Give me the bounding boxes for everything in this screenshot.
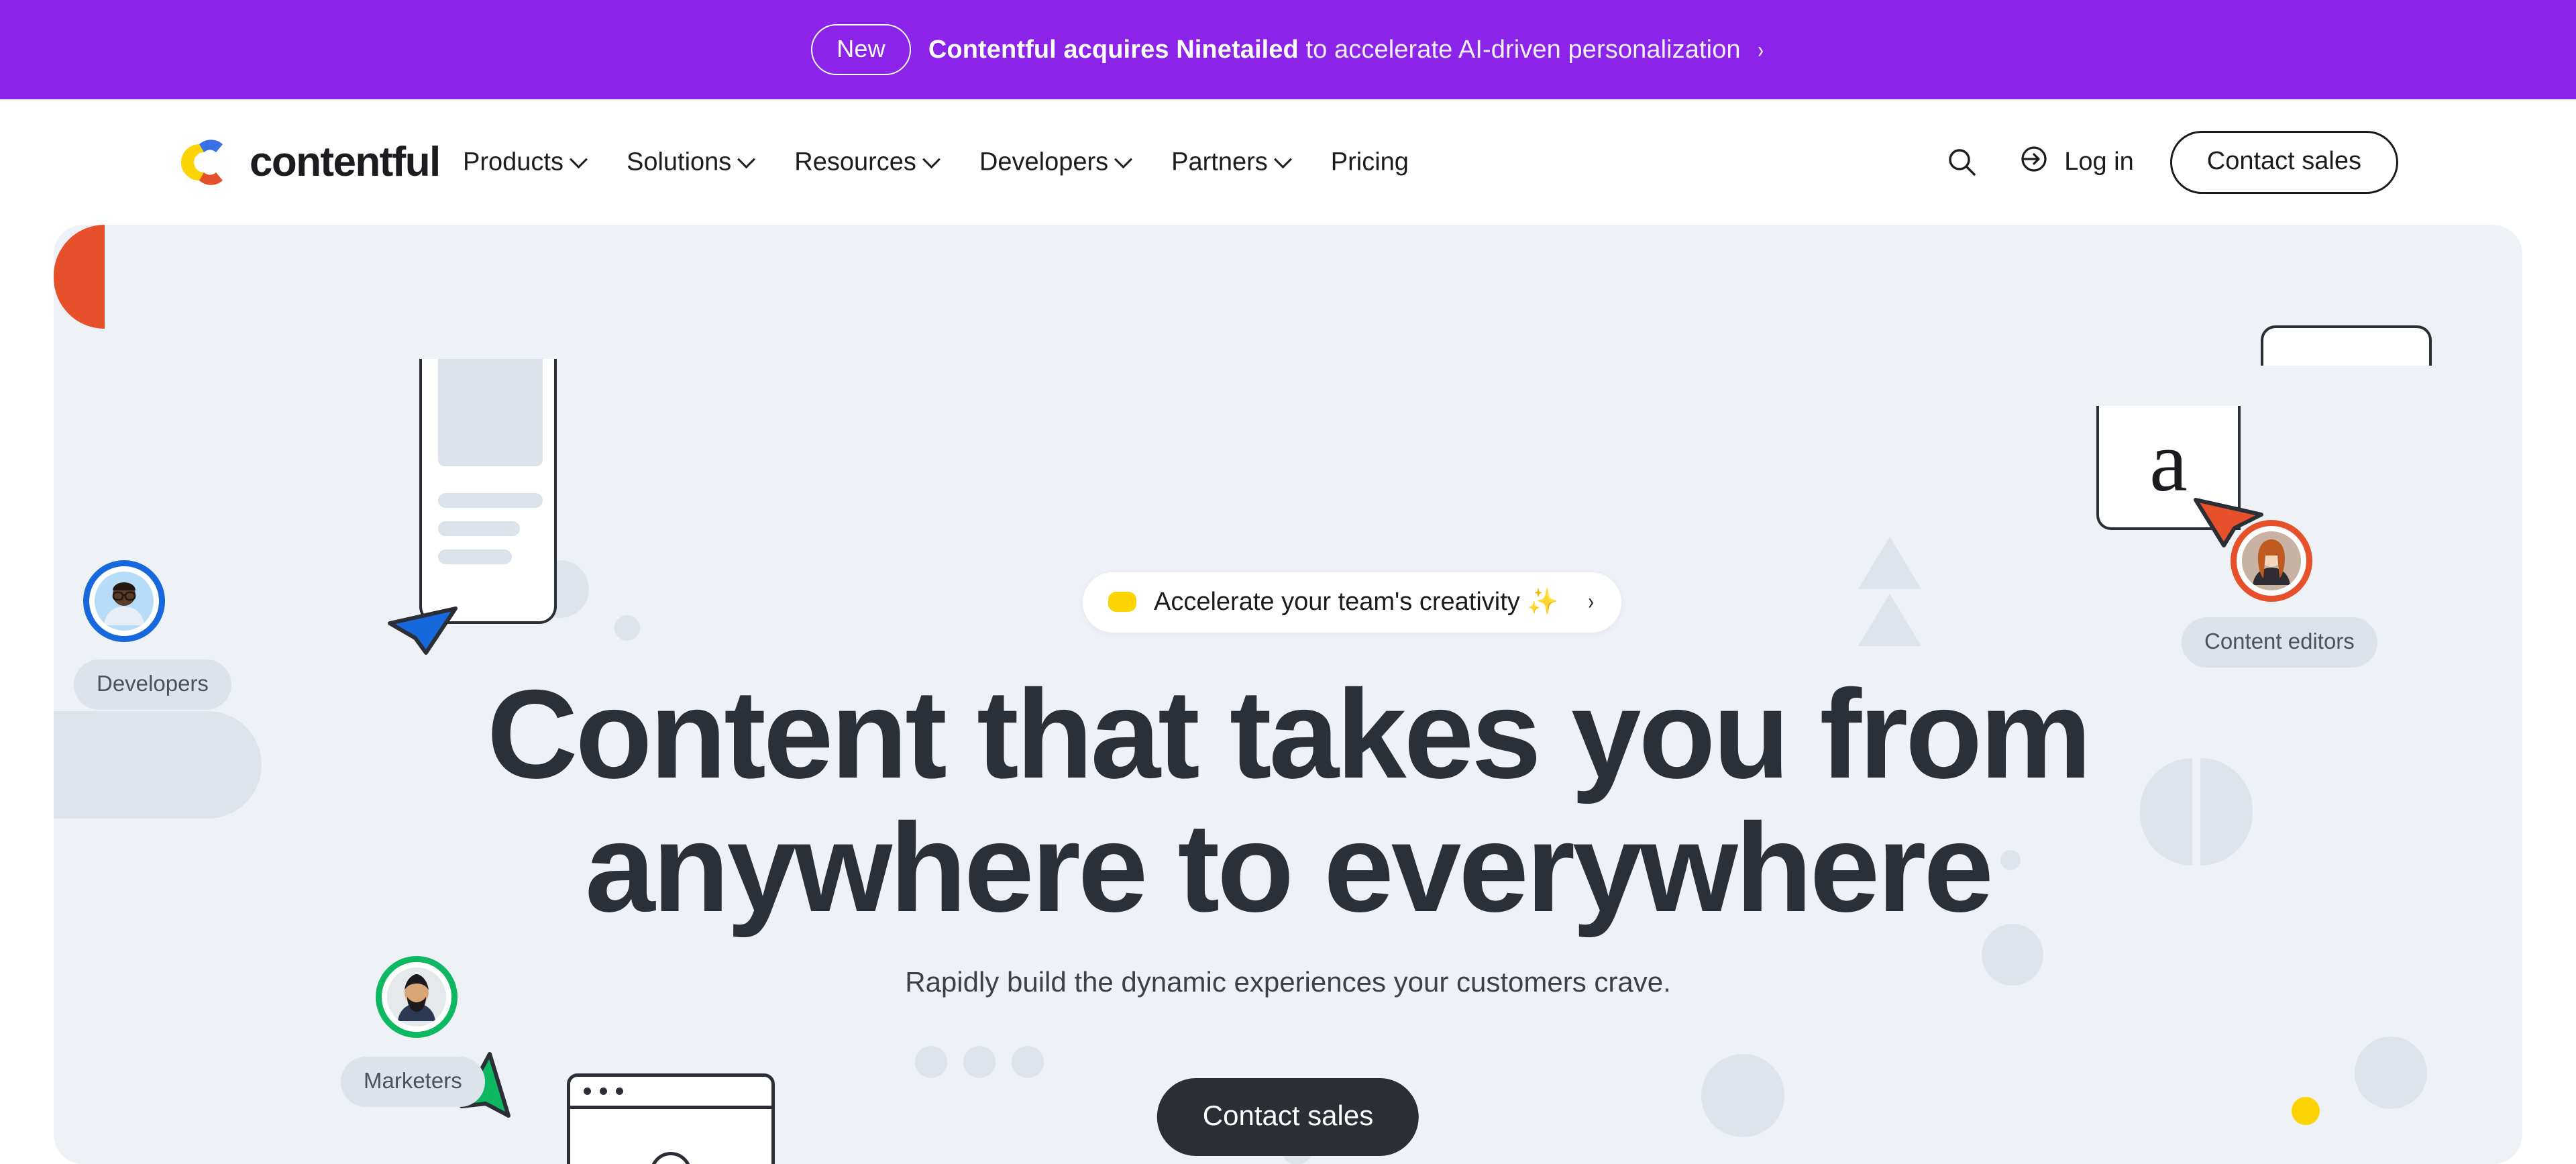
announcement-text: Contentful acquires Ninetailed to accele… <box>928 36 1765 64</box>
nav-label: Resources <box>794 148 916 176</box>
login-button[interactable]: Log in <box>2017 142 2134 182</box>
decor-triangle <box>1858 537 1921 589</box>
nav-label: Developers <box>979 148 1109 176</box>
avatar-photo <box>2242 531 2301 590</box>
main-navigation: contentful Products Solutions Resources … <box>0 99 2576 225</box>
nav-item-solutions[interactable]: Solutions <box>626 148 756 176</box>
cursor-arrow-developers-icon <box>386 588 460 659</box>
login-label: Log in <box>2064 148 2134 176</box>
new-badge: New <box>811 24 911 75</box>
decor-circle <box>1012 1046 1044 1078</box>
brand-name: contentful <box>250 139 441 185</box>
nav-item-resources[interactable]: Resources <box>794 148 941 176</box>
nav-contact-sales-button[interactable]: Contact sales <box>2169 130 2398 194</box>
nav-label: Partners <box>1171 148 1268 176</box>
announcement-banner[interactable]: New Contentful acquires Ninetailed to ac… <box>0 0 2576 99</box>
chevron-down-icon <box>922 150 941 168</box>
decor-yellow-dot <box>2292 1097 2320 1125</box>
hero-contact-sales-button[interactable]: Contact sales <box>1157 1078 1419 1156</box>
decor-circle <box>963 1046 996 1078</box>
document-text-line <box>438 521 520 536</box>
chevron-down-icon <box>570 150 588 168</box>
chevron-right-icon: › <box>1758 37 1764 63</box>
hero-badge[interactable]: Accelerate your team's creativity ✨ › <box>1083 572 1621 633</box>
hero-title-line-2: anywhere to everywhere <box>585 797 1994 939</box>
document-text-line <box>438 493 543 508</box>
avatar-photo <box>95 572 154 631</box>
persona-label-marketers: Marketers <box>341 1057 485 1107</box>
login-arrow-icon <box>2017 142 2051 182</box>
persona-label-content-editors: Content editors <box>2182 617 2377 668</box>
document-text-line <box>438 549 512 564</box>
browser-dot-icon <box>600 1088 607 1095</box>
hero-subtitle: Rapidly build the dynamic experiences yo… <box>905 966 1671 998</box>
decor-triangle <box>1858 594 1921 646</box>
nav-actions: Log in Contact sales <box>1943 130 2398 194</box>
nav-label: Pricing <box>1330 148 1409 176</box>
search-icon[interactable] <box>1943 144 1981 181</box>
avatar-content-editors <box>2231 520 2312 602</box>
announcement-headline: Contentful acquires Ninetailed <box>928 35 1299 64</box>
decor-circle <box>915 1046 947 1078</box>
decor-circle <box>2355 1037 2427 1109</box>
letter-a-glyph: a <box>2149 413 2188 509</box>
browser-titlebar <box>570 1077 771 1109</box>
hero-badge-label: Accelerate your team's creativity ✨ <box>1154 588 1559 616</box>
chevron-right-icon: › <box>1588 588 1594 615</box>
page-title: Content that takes you from anywhere to … <box>54 664 2522 939</box>
hero-title-line-1: Content that takes you from <box>486 664 2092 804</box>
decor-circle <box>614 615 640 641</box>
announcement-content: New Contentful acquires Ninetailed to ac… <box>811 24 1765 75</box>
browser-dot-icon <box>584 1088 591 1095</box>
document-thumbnail <box>438 359 543 466</box>
decor-circle <box>1701 1054 1784 1137</box>
decor-orange-half-circle <box>54 225 105 329</box>
nav-label: Products <box>463 148 564 176</box>
nav-links: Products Solutions Resources Developers … <box>463 148 1409 176</box>
chevron-down-icon <box>1114 150 1133 168</box>
announcement-tail: to accelerate AI-driven personalization <box>1305 35 1741 64</box>
badge-dot-icon <box>1108 592 1136 612</box>
nav-item-pricing[interactable]: Pricing <box>1331 148 1409 176</box>
secondary-sheet-card <box>2261 325 2432 366</box>
browser-dot-icon <box>616 1088 623 1095</box>
browser-window-card <box>567 1073 775 1164</box>
nav-item-partners[interactable]: Partners <box>1171 148 1292 176</box>
hero-section: Developers a Content editors Marketers A… <box>54 225 2522 1164</box>
contentful-logo-icon <box>181 134 239 191</box>
nav-label: Solutions <box>626 148 732 176</box>
nav-item-products[interactable]: Products <box>463 148 588 176</box>
nav-item-developers[interactable]: Developers <box>979 148 1133 176</box>
avatar-developers <box>83 560 165 642</box>
play-button-icon <box>650 1152 692 1164</box>
contentful-logo[interactable]: contentful <box>181 134 441 191</box>
chevron-down-icon <box>1273 150 1292 168</box>
document-card <box>419 359 557 624</box>
chevron-down-icon <box>737 150 756 168</box>
